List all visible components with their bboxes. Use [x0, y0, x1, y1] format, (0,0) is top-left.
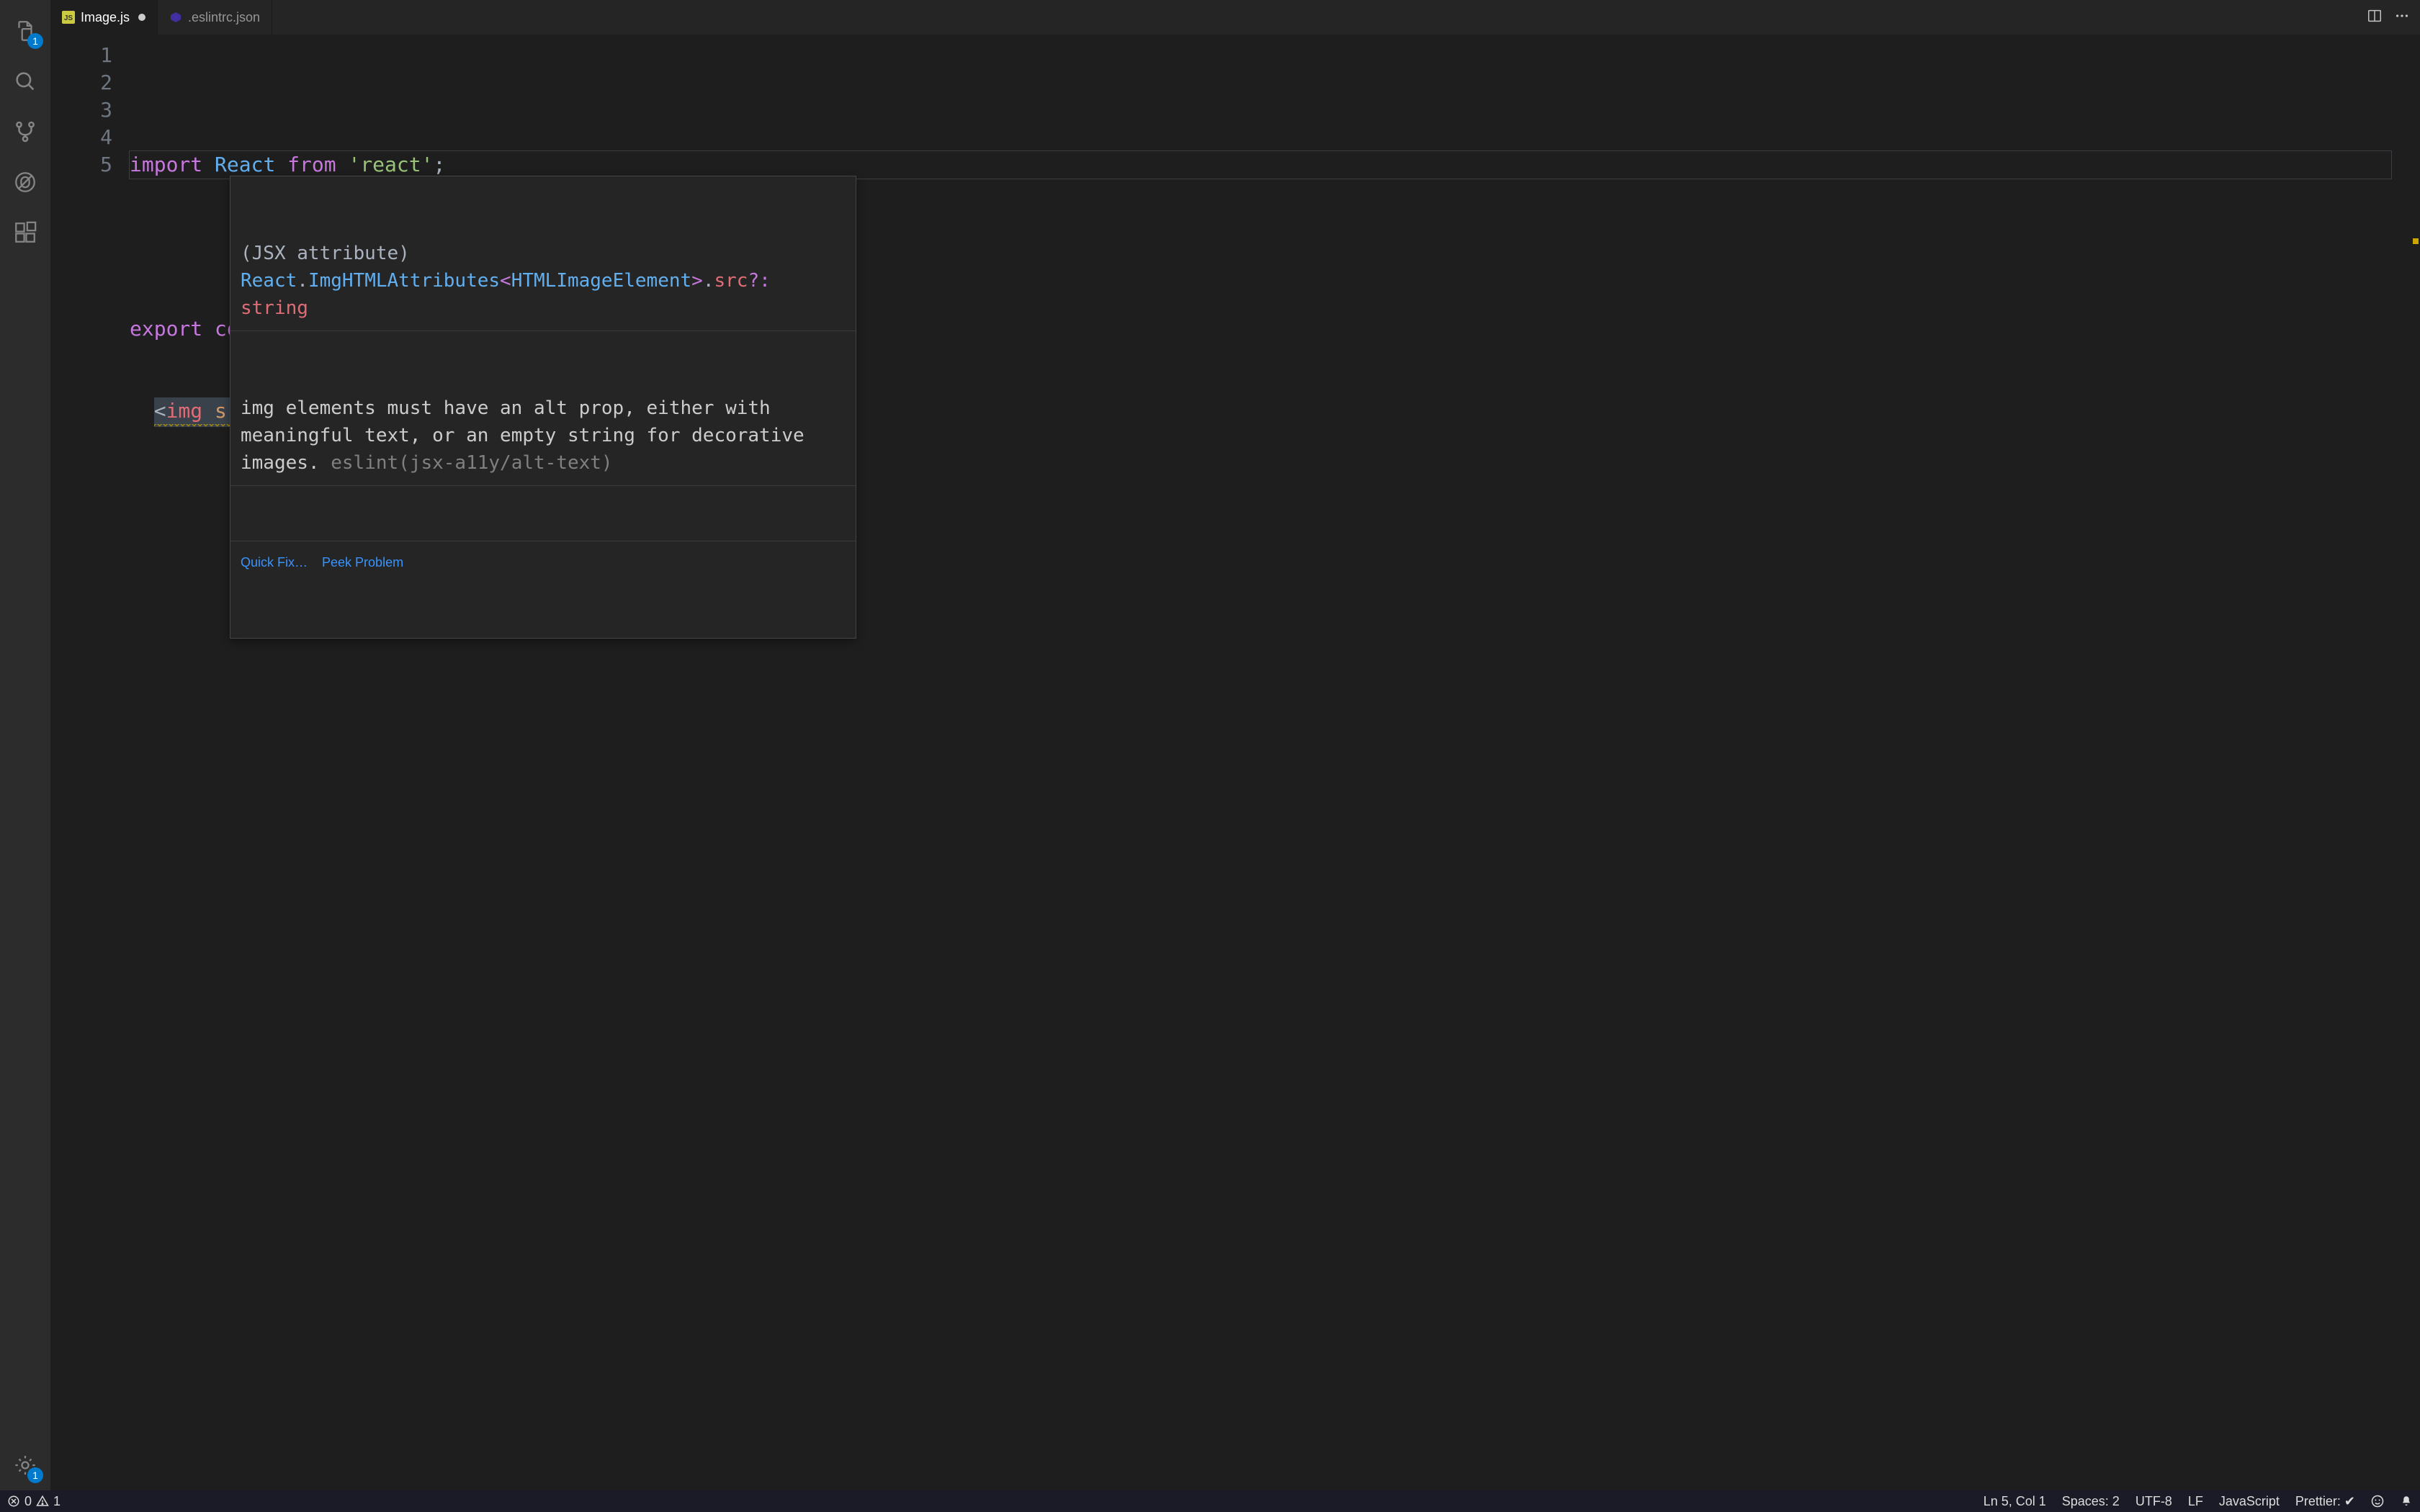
settings-gear-icon[interactable]: 1 — [0, 1440, 50, 1490]
status-eol[interactable]: LF — [2188, 1494, 2203, 1509]
tab-image-js[interactable]: JS Image.js — [50, 0, 158, 35]
status-formatter[interactable]: Prettier: ✔ — [2295, 1494, 2355, 1509]
editor-area: JS Image.js .eslintrc.json — [50, 0, 2420, 1490]
hover-tooltip: (JSX attribute) React.ImgHTMLAttributes<… — [230, 176, 856, 639]
svg-text:JS: JS — [64, 14, 73, 22]
status-indent[interactable]: Spaces: 2 — [2062, 1494, 2120, 1509]
tab-label: .eslintrc.json — [188, 10, 260, 25]
line-number-gutter: 1 2 3 4 5 — [50, 35, 130, 1490]
eslint-file-icon — [169, 11, 182, 24]
editor-more-icon[interactable] — [2394, 8, 2410, 27]
tab-bar: JS Image.js .eslintrc.json — [50, 0, 2420, 35]
status-bar: 0 1 Ln 5, Col 1 Spaces: 2 UTF-8 LF JavaS… — [0, 1490, 2420, 1512]
peek-problem-link[interactable]: Peek Problem — [322, 549, 403, 576]
extensions-icon[interactable] — [0, 207, 50, 258]
editor-body[interactable]: 1 2 3 4 5 import React from 'react'; exp… — [50, 35, 2420, 1490]
error-icon — [7, 1495, 20, 1508]
tab-label: Image.js — [81, 10, 130, 25]
hover-signature: (JSX attribute) React.ImgHTMLAttributes<… — [230, 231, 856, 331]
js-file-icon: JS — [62, 11, 75, 24]
quick-fix-link[interactable]: Quick Fix… — [241, 549, 308, 576]
hover-actions: Quick Fix… Peek Problem — [230, 541, 856, 583]
split-editor-icon[interactable] — [2367, 8, 2383, 27]
explorer-icon[interactable]: 1 — [0, 6, 50, 56]
source-control-icon[interactable] — [0, 107, 50, 157]
status-feedback-icon[interactable] — [2371, 1495, 2384, 1508]
minimap[interactable] — [2406, 35, 2420, 1490]
tab-eslintrc[interactable]: .eslintrc.json — [158, 0, 272, 35]
code-content[interactable]: import React from 'react'; export const … — [130, 35, 2406, 1490]
status-encoding[interactable]: UTF-8 — [2136, 1494, 2172, 1509]
status-language[interactable]: JavaScript — [2219, 1494, 2280, 1509]
code-line-1: import React from 'react'; — [130, 151, 2406, 179]
debug-disabled-icon[interactable] — [0, 157, 50, 207]
hover-lint-message: img elements must have an alt prop, eith… — [230, 386, 856, 486]
explorer-badge: 1 — [27, 33, 43, 49]
settings-badge: 1 — [27, 1467, 43, 1483]
status-bell-icon[interactable] — [2400, 1495, 2413, 1508]
tab-modified-dot-icon — [138, 14, 145, 21]
status-cursor[interactable]: Ln 5, Col 1 — [1984, 1494, 2046, 1509]
warning-icon — [36, 1495, 49, 1508]
search-icon[interactable] — [0, 56, 50, 107]
status-problems[interactable]: 0 1 — [7, 1494, 60, 1509]
overview-warning-marker[interactable] — [2413, 238, 2419, 244]
activity-bar: 1 — [0, 0, 50, 1490]
